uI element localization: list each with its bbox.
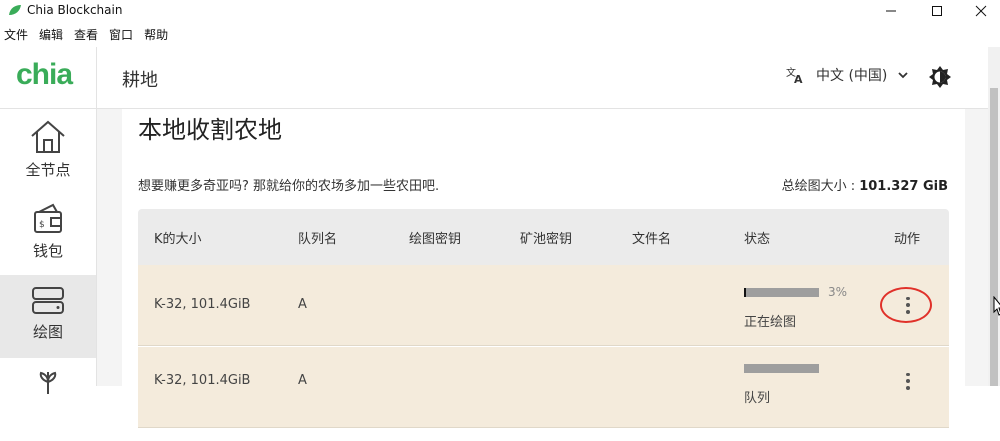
minimize-icon <box>886 10 896 12</box>
close-button[interactable] <box>958 0 1000 22</box>
total-plot-size-value: 101.327 GiB <box>859 179 948 194</box>
promo-text: 想要赚更多奇亚吗? 那就给你的农场多加一些农田吧. <box>138 179 440 194</box>
maximize-icon <box>932 6 942 16</box>
sidebar-item-full-node[interactable]: 全节点 <box>0 109 96 192</box>
chevron-down-icon <box>898 72 909 79</box>
column-header-actions: 动作 <box>894 232 921 247</box>
maximize-button[interactable] <box>914 0 960 22</box>
plot-progress-fill <box>744 288 747 297</box>
theme-toggle-icon[interactable] <box>928 65 952 89</box>
total-plot-size: 总绘图大小 : 101.327 GiB <box>782 175 948 194</box>
sidebar-item-label: 全节点 <box>25 161 71 179</box>
close-icon <box>975 5 987 17</box>
language-label: 中文 (中国) <box>816 68 888 84</box>
column-header-filename[interactable]: 文件名 <box>632 228 671 247</box>
column-header-size[interactable]: K的大小 <box>154 228 202 247</box>
more-actions-button[interactable] <box>898 371 918 391</box>
farm-sprout-icon <box>39 371 57 394</box>
menubar: 文件 编辑 查看 窗口 帮助 <box>0 22 1000 47</box>
scrollbar-thumb[interactable] <box>990 88 998 386</box>
menu-help[interactable]: 帮助 <box>144 26 168 43</box>
local-harvester-card: 本地收割农地 想要赚更多奇亚吗? 那就给你的农场多加一些农田吧. 总绘图大小 :… <box>122 109 965 428</box>
chia-logo[interactable]: chia <box>16 58 73 92</box>
main-content: 本地收割农地 想要赚更多奇亚吗? 那就给你的农场多加一些农田吧. 总绘图大小 :… <box>97 109 988 428</box>
dot <box>906 372 910 377</box>
table-header: K的大小 队列名 绘图密钥 矿池密钥 文件名 状态 动作 <box>138 209 949 265</box>
menu-view[interactable]: 查看 <box>74 26 98 43</box>
plot-size-cell: K-32, 101.4GiB <box>154 297 251 312</box>
translate-icon: 文 A <box>786 66 803 84</box>
menu-edit[interactable]: 编辑 <box>39 26 63 43</box>
dot <box>906 385 910 390</box>
total-plot-size-label: 总绘图大小 : <box>781 179 856 194</box>
home-icon <box>31 120 65 153</box>
queue-name-cell: A <box>298 297 307 312</box>
language-selector[interactable]: 文 A 中文 (中国) <box>786 65 909 85</box>
wallet-icon: $ <box>34 203 62 233</box>
svg-text:A: A <box>794 73 803 84</box>
plot-progress-bar <box>744 364 819 373</box>
plot-status-cell: 队列 <box>744 391 771 406</box>
plot-drive-icon <box>32 287 64 314</box>
section-title: 本地收割农地 <box>138 116 282 144</box>
chia-leaf-icon <box>9 5 21 15</box>
column-header-pool-key[interactable]: 矿池密钥 <box>520 228 572 247</box>
plot-progress-bar <box>744 288 819 297</box>
window-title: Chia Blockchain <box>27 3 123 17</box>
svg-text:$: $ <box>39 220 45 230</box>
column-header-queue[interactable]: 队列名 <box>298 228 337 247</box>
mouse-cursor-icon <box>993 296 1000 316</box>
menu-file[interactable]: 文件 <box>4 26 28 43</box>
sidebar-item-farm[interactable] <box>0 358 96 441</box>
sidebar-item-wallet[interactable]: $ 钱包 <box>0 192 96 275</box>
table-row: K-32, 101.4GiB A 队列 <box>138 347 949 428</box>
dot <box>906 379 910 383</box>
plot-progress-percent: 3% <box>828 285 848 299</box>
table-row: K-32, 101.4GiB A 3% 正在绘图 <box>138 265 949 346</box>
page-title: 耕地 <box>122 70 158 91</box>
app-header: chia 耕地 文 A 中文 (中国) <box>0 47 988 109</box>
logo-area: chia <box>0 47 97 109</box>
window-titlebar: Chia Blockchain <box>0 0 1000 22</box>
sidebar-item-label: 钱包 <box>32 242 63 260</box>
plot-status-cell: 正在绘图 <box>744 315 797 330</box>
plots-table: K的大小 队列名 绘图密钥 矿池密钥 文件名 状态 动作 K-32, 101.4… <box>138 209 949 428</box>
sidebar-item-plots[interactable]: 绘图 <box>0 275 96 358</box>
sidebar: 全节点 $ 钱包 绘图 <box>0 109 97 394</box>
sidebar-item-label: 绘图 <box>32 323 63 341</box>
minimize-button[interactable] <box>868 0 914 22</box>
menu-window[interactable]: 窗口 <box>109 26 133 43</box>
column-header-plot-key[interactable]: 绘图密钥 <box>409 228 461 247</box>
highlight-circle-annotation <box>880 287 932 323</box>
column-header-status[interactable]: 状态 <box>744 228 770 247</box>
